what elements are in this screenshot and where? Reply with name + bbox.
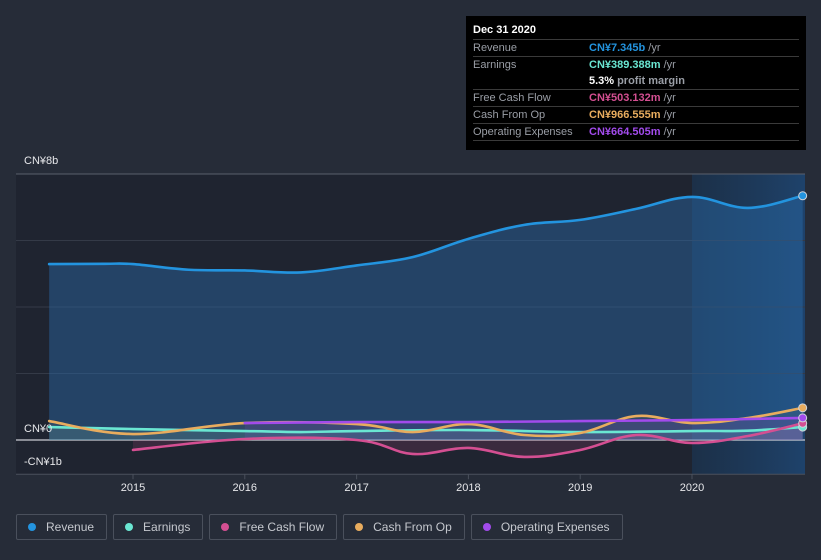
tooltip-date: Dec 31 2020 bbox=[473, 22, 799, 40]
tooltip-label: Earnings bbox=[473, 59, 517, 71]
tooltip-row-fcf: Free Cash Flow CN¥503.132m /yr bbox=[473, 90, 799, 107]
legend-item-earnings[interactable]: Earnings bbox=[113, 514, 204, 540]
tooltip-value: CN¥664.505m bbox=[589, 126, 661, 138]
x-tick-label: 2020 bbox=[680, 482, 704, 494]
tooltip-unit: profit margin bbox=[617, 75, 685, 87]
tooltip-unit: /yr bbox=[663, 109, 676, 121]
legend-item-operating-expenses[interactable]: Operating Expenses bbox=[470, 514, 623, 540]
tooltip-value: 5.3% bbox=[589, 75, 615, 87]
tooltip: Dec 31 2020 Revenue CN¥7.345b /yr Earnin… bbox=[466, 16, 806, 150]
tooltip-value: CN¥503.132m bbox=[589, 92, 661, 104]
dot-icon bbox=[28, 523, 36, 531]
tooltip-unit: /yr bbox=[663, 59, 676, 71]
tooltip-value: CN¥7.345b bbox=[589, 42, 646, 54]
tooltip-unit: /yr bbox=[663, 92, 676, 104]
tooltip-label: Free Cash Flow bbox=[473, 92, 551, 104]
tooltip-unit: /yr bbox=[648, 42, 661, 54]
legend-label: Revenue bbox=[46, 520, 95, 534]
legend-label: Operating Expenses bbox=[500, 520, 610, 534]
y-tick-label: CN¥0 bbox=[24, 423, 53, 435]
tooltip-label bbox=[473, 73, 589, 89]
legend-item-revenue[interactable]: Revenue bbox=[16, 514, 108, 540]
legend-item-free-cash-flow[interactable]: Free Cash Flow bbox=[209, 514, 338, 540]
tooltip-row-earnings: Earnings CN¥389.388m /yr bbox=[473, 57, 799, 73]
x-tick-label: 2016 bbox=[233, 482, 257, 494]
tooltip-label: Revenue bbox=[473, 42, 518, 54]
tooltip-row-profit-margin: 5.3% profit margin bbox=[473, 73, 799, 90]
legend-label: Earnings bbox=[143, 520, 191, 534]
endpoint-operating-expenses bbox=[798, 413, 808, 423]
tooltip-value: CN¥389.388m bbox=[589, 59, 661, 71]
endpoint-revenue bbox=[798, 191, 808, 201]
x-tick-label: 2017 bbox=[344, 482, 368, 494]
legend-item-cash-from-op[interactable]: Cash From Op bbox=[343, 514, 465, 540]
tooltip-unit: /yr bbox=[663, 126, 676, 138]
dot-icon bbox=[355, 523, 364, 531]
tooltip-row-opex: Operating Expenses CN¥664.505m /yr bbox=[473, 124, 799, 141]
x-tick-label: 2018 bbox=[456, 482, 480, 494]
y-tick-label: CN¥8b bbox=[24, 155, 59, 167]
x-axis: 2015 2016 2017 2018 2019 2020 bbox=[121, 474, 704, 494]
y-tick-label: -CN¥1b bbox=[24, 456, 62, 468]
legend: Revenue Earnings Free Cash Flow Cash Fro… bbox=[16, 514, 623, 540]
tooltip-label: Cash From Op bbox=[473, 109, 546, 121]
dot-icon bbox=[482, 523, 491, 531]
tooltip-value: CN¥966.555m bbox=[589, 109, 661, 121]
endpoint-cash-from-op bbox=[798, 403, 808, 413]
legend-label: Cash From Op bbox=[373, 520, 452, 534]
dot-icon bbox=[221, 523, 230, 531]
tooltip-row-revenue: Revenue CN¥7.345b /yr bbox=[473, 40, 799, 57]
dot-icon bbox=[125, 523, 134, 531]
legend-label: Free Cash Flow bbox=[239, 520, 325, 534]
tooltip-row-cfo: Cash From Op CN¥966.555m /yr bbox=[473, 107, 799, 124]
x-tick-label: 2019 bbox=[568, 482, 592, 494]
tooltip-label: Operating Expenses bbox=[473, 126, 573, 138]
x-tick-label: 2015 bbox=[121, 482, 145, 494]
